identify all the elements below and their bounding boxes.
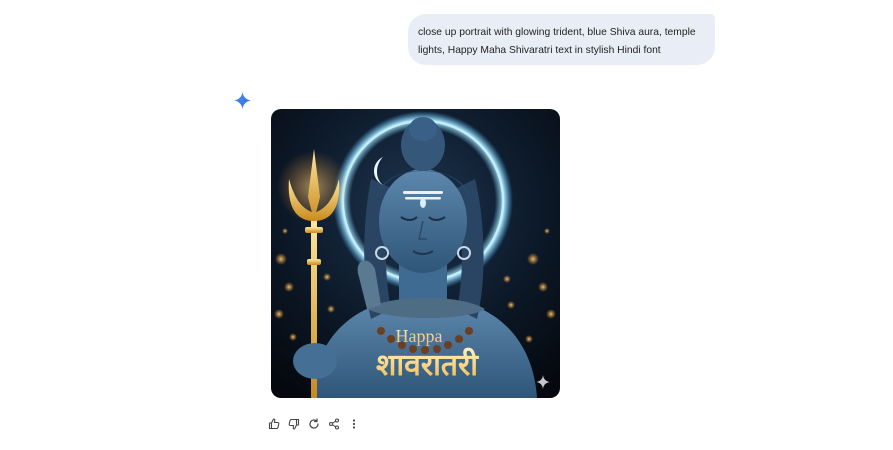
image-overlay-text-top: Happa: [396, 326, 443, 346]
sparkle-icon: [234, 92, 251, 109]
generated-image[interactable]: Happa शावरातरी: [271, 109, 560, 398]
share-icon: [328, 418, 340, 430]
share-button[interactable]: [324, 415, 344, 433]
more-vert-icon: [352, 419, 356, 429]
user-message-bubble: close up portrait with glowing trident, …: [408, 14, 715, 65]
thumbs-up-icon: [268, 418, 280, 430]
thumbs-down-button[interactable]: [284, 415, 304, 433]
thumbs-up-button[interactable]: [264, 415, 284, 433]
response-actions: [264, 415, 364, 433]
more-options-button[interactable]: [344, 415, 364, 433]
regenerate-button[interactable]: [304, 415, 324, 433]
image-overlay-text-hindi: शावरातरी: [376, 347, 479, 383]
chat-page: close up portrait with glowing trident, …: [0, 0, 893, 450]
user-message-text: close up portrait with glowing trident, …: [418, 27, 696, 56]
regenerate-icon: [309, 418, 319, 429]
thumbs-down-icon: [288, 418, 300, 430]
